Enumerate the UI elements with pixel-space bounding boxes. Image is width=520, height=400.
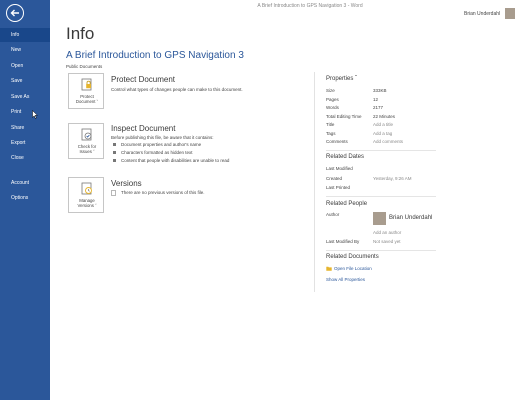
document-location: Public Documents — [66, 64, 103, 69]
inspect-check-icon — [81, 128, 92, 141]
prop-value-editing-time: 22 Minutes — [373, 114, 396, 119]
show-all-properties-link[interactable]: Show All Properties — [326, 277, 365, 282]
protect-document-description: Control what types of changes people can… — [111, 87, 243, 92]
protect-document-heading: Protect Document — [111, 75, 176, 84]
backstage-sidebar: Info New Open Save Save As Print Share E… — [0, 0, 50, 400]
nav-item-save-as[interactable]: Save As — [0, 90, 50, 104]
prop-label-last-printed: Last Printed — [326, 185, 351, 190]
back-button[interactable] — [6, 4, 24, 22]
window-title-bar: A Brief Introduction to GPS Navigation 3… — [50, 3, 520, 9]
prop-label-pages: Pages — [326, 97, 339, 102]
protect-document-label-2: Document ˇ — [75, 99, 99, 104]
related-dates-heading: Related Dates — [326, 154, 365, 160]
check-for-issues-label-2: Issues ˇ — [79, 149, 95, 154]
nav-item-account[interactable]: Account — [0, 176, 50, 190]
versions-history-icon — [81, 182, 92, 195]
nav-item-close[interactable]: Close — [0, 151, 50, 165]
inspect-document-heading: Inspect Document — [111, 124, 176, 133]
nav-item-info[interactable]: Info — [0, 28, 50, 42]
add-author-link[interactable]: Add an author — [373, 230, 401, 235]
nav-item-open[interactable]: Open — [0, 59, 50, 73]
prop-label-last-modified: Last Modified — [326, 166, 353, 171]
user-avatar[interactable] — [505, 8, 515, 19]
prop-value-words: 2177 — [373, 105, 384, 110]
protect-lock-icon — [81, 78, 92, 91]
prop-value-size: 333KB — [373, 88, 387, 93]
nav-item-print[interactable]: Print — [0, 105, 50, 119]
section-divider — [326, 150, 436, 151]
title-field[interactable]: Add a title — [373, 122, 393, 127]
check-for-issues-button[interactable]: Check for Issues ˇ — [68, 123, 104, 159]
protect-document-button[interactable]: Protect Document ˇ — [68, 73, 104, 109]
author-name[interactable]: Brian Underdahl — [389, 215, 432, 221]
prop-label-editing-time: Total Editing Time — [326, 114, 362, 119]
manage-versions-label-2: Versions ˇ — [77, 203, 97, 208]
prop-label-title: Title — [326, 122, 335, 127]
section-divider — [326, 250, 436, 251]
prop-label-author: Author — [326, 212, 340, 217]
nav-item-save[interactable]: Save — [0, 74, 50, 88]
bullet-marker — [113, 143, 116, 146]
versions-document-icon — [111, 190, 116, 196]
inspect-bullet-2: Characters formatted as hidden text — [121, 150, 193, 155]
versions-description: There are no previous versions of this f… — [121, 190, 205, 195]
prop-label-words: Words — [326, 105, 339, 110]
author-avatar — [373, 212, 386, 225]
back-arrow-icon — [10, 9, 19, 17]
nav-item-options[interactable]: Options — [0, 191, 50, 205]
page-title: Info — [66, 24, 95, 43]
nav-item-export[interactable]: Export — [0, 136, 50, 150]
tags-field[interactable]: Add a tag — [373, 131, 392, 136]
user-name[interactable]: Brian Underdahl — [464, 11, 500, 17]
versions-heading: Versions — [111, 179, 142, 188]
mouse-cursor-icon — [32, 110, 38, 119]
properties-heading[interactable]: Properties ˇ — [326, 76, 357, 82]
related-documents-heading: Related Documents — [326, 254, 379, 260]
prop-label-comments: Comments — [326, 139, 348, 144]
section-divider — [326, 196, 436, 197]
manage-versions-button[interactable]: Manage Versions ˇ — [68, 177, 104, 213]
bullet-marker — [113, 159, 116, 162]
document-title: A Brief Introduction to GPS Navigation 3 — [66, 50, 244, 61]
bullet-marker — [113, 151, 116, 154]
inspect-bullet-3: Content that people with disabilities ar… — [121, 158, 230, 163]
window-title: A Brief Introduction to GPS Navigation 3… — [257, 3, 363, 9]
prop-value-pages: 12 — [373, 97, 379, 102]
prop-value-created: Yesterday, 9:26 AM — [373, 176, 412, 181]
prop-label-tags: Tags — [326, 131, 336, 136]
related-people-heading: Related People — [326, 201, 368, 207]
folder-icon — [326, 266, 332, 271]
inspect-bullet-1: Document properties and author's name — [121, 142, 202, 147]
comments-field[interactable]: Add comments — [373, 139, 403, 144]
nav-item-new[interactable]: New — [0, 43, 50, 57]
prop-label-last-modified-by: Last Modified By — [326, 239, 360, 244]
panel-divider — [314, 72, 315, 292]
prop-label-created: Created — [326, 176, 343, 181]
nav-item-share[interactable]: Share — [0, 121, 50, 135]
prop-value-last-modified-by: Not saved yet — [373, 239, 401, 244]
prop-label-size: Size — [326, 88, 335, 93]
open-file-location-link[interactable]: Open File Location — [334, 266, 372, 271]
inspect-document-description: Before publishing this file, be aware th… — [111, 135, 214, 140]
